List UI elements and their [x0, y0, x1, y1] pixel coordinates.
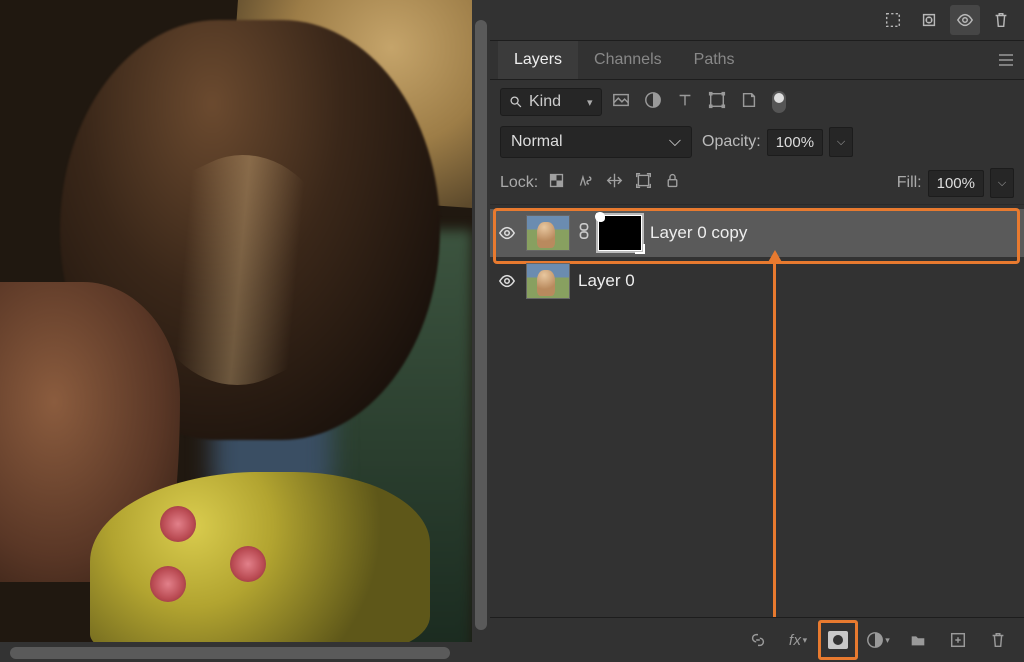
- mask-link-icon[interactable]: [578, 222, 590, 245]
- panels-column: Layers Channels Paths Kind ▾: [490, 0, 1024, 662]
- layer-mask-thumbnail[interactable]: [598, 215, 642, 251]
- layer-name[interactable]: Layer 0: [578, 271, 635, 291]
- chevron-down-icon: ⌵: [669, 133, 681, 151]
- layers-bottom-toolbar: fx▾ ▾: [490, 617, 1024, 662]
- layer-thumbnail[interactable]: [526, 263, 570, 299]
- opacity-stepper[interactable]: ⌵: [829, 127, 853, 157]
- lock-label: Lock:: [500, 174, 538, 192]
- new-group-icon[interactable]: [902, 625, 934, 655]
- tab-channels[interactable]: Channels: [578, 41, 678, 79]
- new-layer-icon[interactable]: [942, 625, 974, 655]
- lock-pixels-icon[interactable]: [577, 172, 594, 194]
- adjustment-layer-icon[interactable]: ▾: [862, 625, 894, 655]
- delete-layer-icon[interactable]: [982, 625, 1014, 655]
- canvas-image: [0, 0, 472, 642]
- panel-menu-icon[interactable]: [998, 53, 1014, 72]
- filter-toggle[interactable]: [772, 91, 786, 113]
- blend-mode-dropdown[interactable]: Normal ⌵: [500, 126, 692, 158]
- filter-kind-label: Kind: [529, 93, 561, 111]
- link-layers-icon[interactable]: [742, 625, 774, 655]
- tab-paths[interactable]: Paths: [678, 41, 751, 79]
- filter-type-icon[interactable]: [676, 91, 694, 114]
- filter-kind-dropdown[interactable]: Kind ▾: [500, 88, 602, 116]
- opacity-value[interactable]: 100%: [767, 129, 823, 156]
- document-canvas[interactable]: [0, 0, 490, 662]
- fill-label: Fill:: [897, 174, 922, 192]
- layer-filter-icons: [612, 91, 786, 114]
- annotation-arrow: [773, 258, 776, 617]
- fill-value[interactable]: 100%: [928, 170, 984, 197]
- trash-icon[interactable]: [986, 5, 1016, 35]
- panel-tabs: Layers Channels Paths: [490, 41, 1024, 80]
- blend-mode-value: Normal: [511, 133, 563, 151]
- filter-adjustment-icon[interactable]: [644, 91, 662, 114]
- mask-mode-icon[interactable]: [914, 5, 944, 35]
- layer-list[interactable]: Layer 0 copy Layer 0: [490, 205, 1024, 617]
- lock-position-icon[interactable]: [606, 172, 623, 194]
- layer-row[interactable]: Layer 0 copy: [490, 209, 1024, 257]
- layer-options: Kind ▾ Normal ⌵: [490, 80, 1024, 205]
- fill-stepper[interactable]: ⌵: [990, 168, 1014, 198]
- horizontal-scrollbar[interactable]: [0, 646, 472, 660]
- add-mask-button[interactable]: [822, 625, 854, 655]
- filter-shape-icon[interactable]: [708, 91, 726, 114]
- lock-all-icon[interactable]: [664, 172, 681, 194]
- layer-row[interactable]: Layer 0: [490, 257, 1024, 305]
- opacity-label: Opacity:: [702, 133, 761, 151]
- visibility-toggle-icon[interactable]: [496, 272, 518, 290]
- tab-layers[interactable]: Layers: [498, 41, 578, 79]
- layer-effects-button[interactable]: fx▾: [782, 625, 814, 655]
- lock-artboard-icon[interactable]: [635, 172, 652, 194]
- panel-toolbar: [490, 0, 1024, 41]
- selection-icon[interactable]: [878, 5, 908, 35]
- filter-smartobject-icon[interactable]: [740, 91, 758, 114]
- visibility-toggle-icon[interactable]: [496, 224, 518, 242]
- visibility-eye-icon[interactable]: [950, 5, 980, 35]
- chevron-down-icon: ▾: [587, 96, 593, 109]
- vertical-scrollbar[interactable]: [474, 0, 488, 662]
- layer-name[interactable]: Layer 0 copy: [650, 223, 747, 243]
- filter-pixel-icon[interactable]: [612, 91, 630, 114]
- annotation-arrow-head: [767, 250, 783, 264]
- lock-transparency-icon[interactable]: [548, 172, 565, 194]
- layer-thumbnail[interactable]: [526, 215, 570, 251]
